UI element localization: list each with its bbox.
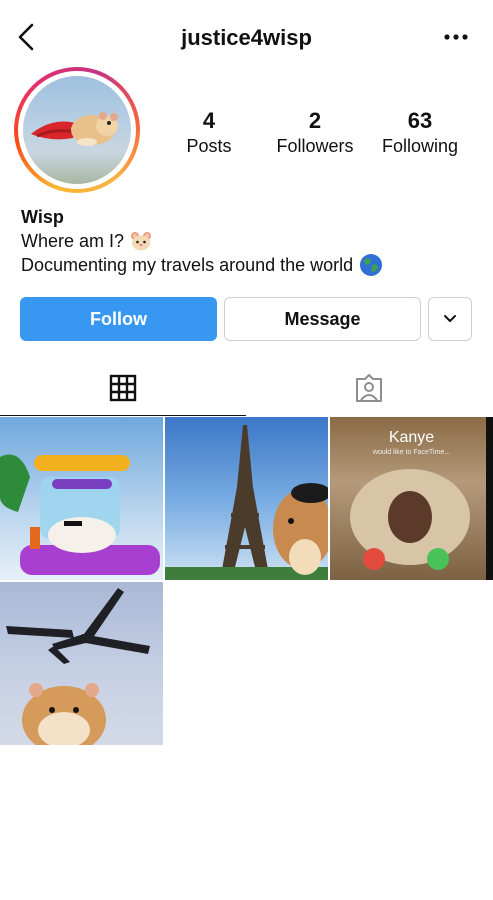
profile-display-name: Wisp	[21, 207, 64, 227]
hamster-airplane-image	[6, 588, 150, 745]
followers-count-label: Followers	[276, 136, 354, 156]
bio-line-1: Where am I?	[21, 229, 481, 253]
bio-line-2: Documenting my travels around the world	[21, 253, 481, 277]
following-count[interactable]: 63 Following	[376, 108, 464, 158]
post-thumbnail-4[interactable]	[0, 582, 163, 745]
avatar-hamster-superhero-image	[31, 112, 118, 146]
avatar	[23, 76, 131, 184]
globe-emoji	[360, 254, 383, 276]
more-options-button[interactable]	[443, 30, 469, 44]
facetime-caller-subtitle: would like to FaceTime...	[372, 449, 451, 456]
profile-bio: Wisp Where am I? Documenting my travels …	[21, 205, 481, 277]
posts-count[interactable]: 4 Posts	[172, 108, 246, 158]
tab-posts-grid[interactable]	[0, 360, 246, 416]
tagged-person-icon	[356, 374, 382, 402]
hamster-eiffel-tower-image	[165, 425, 328, 580]
bio-line-2-text: Documenting my travels around the world	[21, 255, 354, 275]
following-count-label: Following	[381, 136, 459, 156]
post-thumbnail-3[interactable]: Kanye would like to FaceTime...	[330, 417, 493, 580]
message-button[interactable]: Message	[224, 297, 421, 341]
post-thumbnail-2[interactable]	[165, 417, 328, 580]
posts-count-label: Posts	[186, 136, 232, 156]
hamster-face-emoji	[131, 232, 152, 251]
posts-count-value: 4	[202, 108, 216, 133]
profile-username: justice4wisp	[181, 25, 312, 50]
tab-tagged[interactable]	[246, 360, 492, 416]
follow-button[interactable]: Follow	[20, 297, 217, 341]
grid-icon	[109, 374, 137, 401]
profile-tabs	[0, 360, 493, 416]
chevron-down-icon	[444, 315, 456, 322]
following-count-value: 63	[407, 108, 433, 133]
hamster-playhouse-image	[0, 454, 160, 575]
more-horizontal-icon	[444, 34, 468, 40]
post-thumbnail-1[interactable]	[0, 417, 163, 580]
followers-count-value: 2	[308, 108, 322, 133]
suggested-dropdown-button[interactable]	[428, 297, 472, 341]
avatar-story-ring[interactable]	[14, 67, 140, 193]
facetime-caller-name: Kanye	[388, 429, 435, 446]
bio-line-1-text: Where am I?	[21, 231, 125, 251]
followers-count[interactable]: 2 Followers	[270, 108, 360, 158]
